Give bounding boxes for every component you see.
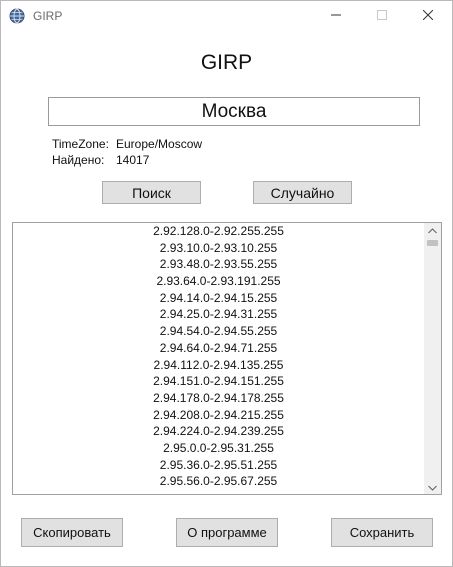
random-button[interactable]: Случайно [253, 181, 352, 204]
close-icon [422, 7, 434, 25]
title-bar[interactable]: GIRP [1, 1, 452, 31]
search-button[interactable]: Поиск [102, 181, 201, 204]
found-count: 14017 [116, 153, 150, 167]
list-item[interactable]: 2.95.56.0-2.95.67.255 [13, 473, 424, 490]
window-title: GIRP [33, 9, 63, 23]
timezone-value: Europe/Moscow [116, 137, 203, 151]
globe-icon [9, 8, 25, 24]
list-item[interactable]: 2.94.25.0-2.94.31.255 [13, 306, 424, 323]
close-button[interactable] [405, 1, 451, 31]
copy-button[interactable]: Скопировать [21, 518, 123, 547]
list-item[interactable]: 2.94.54.0-2.94.55.255 [13, 323, 424, 340]
maximize-button[interactable] [359, 1, 405, 31]
list-item[interactable]: 2.93.64.0-2.93.191.255 [13, 273, 424, 290]
ip-range-items: 2.92.128.0-2.92.255.255 2.93.10.0-2.93.10… [13, 223, 424, 490]
list-item[interactable]: 2.94.151.0-2.94.151.255 [13, 373, 424, 390]
vertical-scrollbar[interactable] [424, 223, 441, 494]
ip-range-list[interactable]: 2.92.128.0-2.92.255.255 2.93.10.0-2.93.10… [12, 222, 442, 495]
city-input[interactable] [48, 97, 420, 126]
scroll-thumb[interactable] [427, 240, 438, 246]
timezone-label: TimeZone: [52, 137, 109, 151]
chevron-down-icon [428, 478, 437, 494]
maximize-icon [377, 7, 387, 25]
list-item[interactable]: 2.93.10.0-2.93.10.255 [13, 240, 424, 257]
save-button[interactable]: Сохранить [331, 518, 433, 547]
list-item[interactable]: 2.93.48.0-2.93.55.255 [13, 256, 424, 273]
list-item[interactable]: 2.95.0.0-2.95.31.255 [13, 440, 424, 457]
list-item[interactable]: 2.94.178.0-2.94.178.255 [13, 390, 424, 407]
list-item[interactable]: 2.95.36.0-2.95.51.255 [13, 457, 424, 474]
minimize-button[interactable] [313, 1, 359, 31]
list-item[interactable]: 2.94.224.0-2.94.239.255 [13, 423, 424, 440]
chevron-up-icon [428, 223, 437, 239]
list-item[interactable]: 2.94.64.0-2.94.71.255 [13, 340, 424, 357]
list-item[interactable]: 2.94.208.0-2.94.215.255 [13, 407, 424, 424]
about-button[interactable]: О программе [176, 518, 278, 547]
minimize-icon [331, 7, 341, 25]
found-label: Найдено: [52, 153, 105, 167]
app-window: GIRP GIRP TimeZone: Europe/Moscow Найден… [0, 0, 453, 567]
list-item[interactable]: 2.94.14.0-2.94.15.255 [13, 290, 424, 307]
app-heading: GIRP [200, 51, 253, 74]
scroll-down-button[interactable] [424, 480, 441, 494]
scroll-up-button[interactable] [424, 223, 441, 237]
list-item[interactable]: 2.94.112.0-2.94.135.255 [13, 357, 424, 374]
list-item[interactable]: 2.92.128.0-2.92.255.255 [13, 223, 424, 240]
